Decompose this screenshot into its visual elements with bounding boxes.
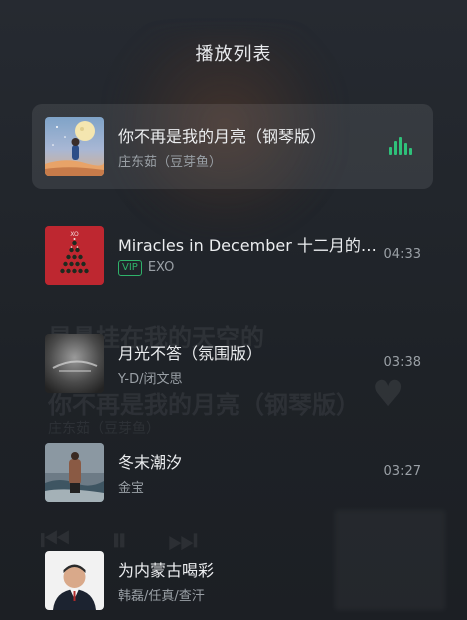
playlist-item-4[interactable]: 冬末潮汐 金宝 03:27 [32,430,433,515]
album-cover [45,551,104,610]
playlist-screen: 是悬挂在我的天空的 你不再是我的月亮（钢琴版） 庄东茹（豆芽鱼） ♥ ⏮⏸⏭ 播… [0,0,467,620]
song-title: 你不再是我的月亮（钢琴版） [118,127,327,146]
song-duration: 04:33 [383,247,421,262]
song-duration: 03:38 [383,355,421,370]
song-title: Miracles in December 十二月的奇迹 [118,236,380,255]
equalizer-icon [389,137,415,157]
svg-text:XO: XO [70,231,79,238]
song-artist: Y-D/闭文思 [118,368,182,387]
song-duration: 03:27 [383,464,421,479]
playlist-item-1[interactable]: 你不再是我的月亮（钢琴版） 庄东茹（豆芽鱼） [32,104,433,189]
song-artist: 庄东茹（豆芽鱼） [118,151,222,170]
song-title: 冬末潮汐 [118,453,183,472]
artist-name: Y-D/闭文思 [118,372,183,387]
vip-badge: VIP [118,260,142,276]
playlist-item-2[interactable]: XO Miracles in December 十二月的奇迹 VIP EXO 04… [32,213,433,298]
album-cover [45,334,104,393]
playlist-title: 播放列表 [195,44,272,65]
album-cover [45,117,104,176]
album-cover [45,443,104,502]
song-artist: 韩磊/任真/查汗 [118,585,205,604]
playlist-item-5[interactable]: 为内蒙古喝彩 韩磊/任真/查汗 [32,538,433,620]
artist-name: 韩磊/任真/查汗 [118,589,205,604]
playlist-item-3[interactable]: 月光不答（氛围版） Y-D/闭文思 03:38 [32,321,433,406]
song-artist: VIP EXO [118,260,174,276]
artist-name: EXO [147,260,175,275]
song-title: 为内蒙古喝彩 [118,561,215,580]
artist-name: 金宝 [118,481,145,496]
song-artist: 金宝 [118,477,144,496]
artist-name: 庄东茹（豆芽鱼） [118,155,223,170]
song-title: 月光不答（氛围版） [118,344,263,363]
album-cover: XO [45,226,104,285]
